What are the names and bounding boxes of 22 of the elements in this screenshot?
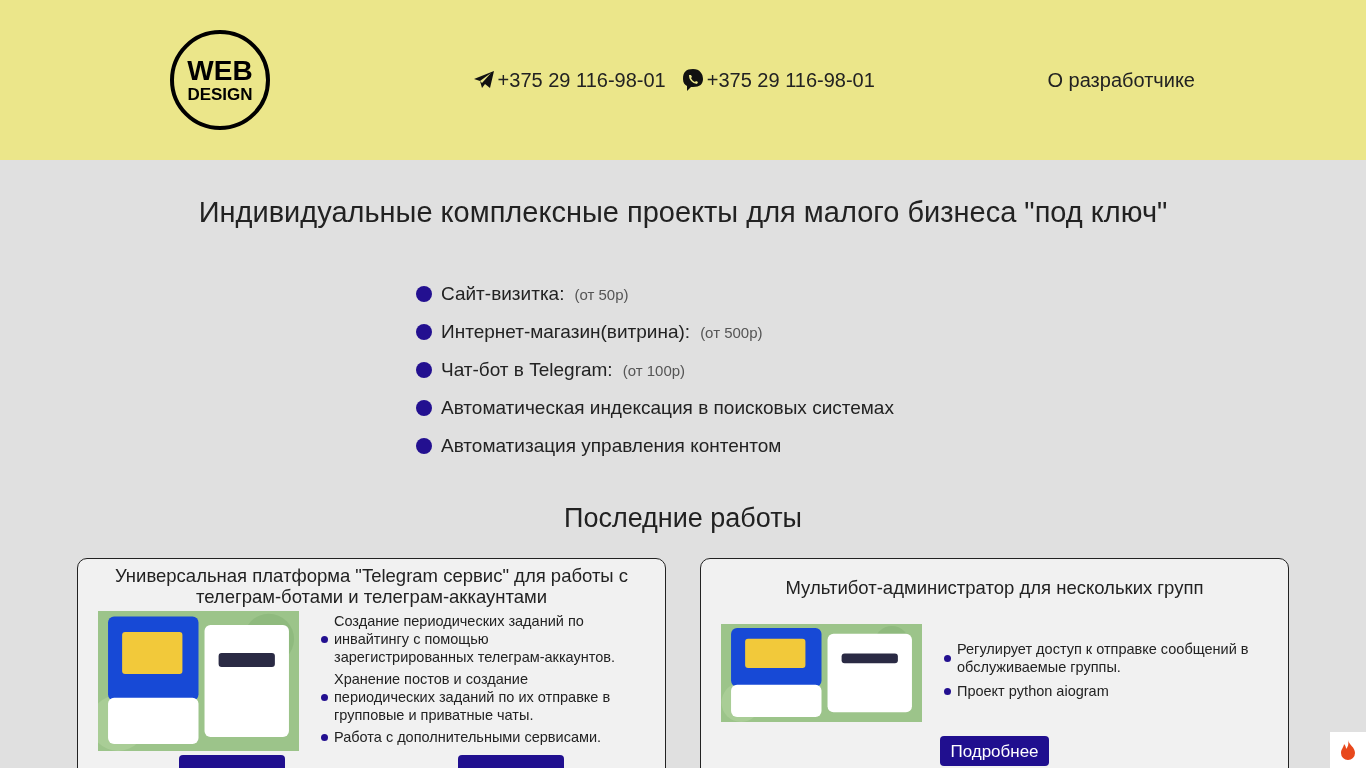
service-name: Автоматизация управления контентом bbox=[441, 435, 782, 457]
project-title: Мультибот-администратор для нескольких групп bbox=[784, 576, 1205, 598]
details-button[interactable]: Подробнее bbox=[940, 736, 1049, 766]
feature-text: Работа с дополнительными сервисами. bbox=[334, 728, 602, 746]
service-name: Чат-бот в Telegram: bbox=[441, 359, 613, 381]
service-name: Сайт-визитка: bbox=[441, 283, 565, 305]
feature-text: Проект python aiogram bbox=[957, 682, 1109, 700]
feature-text: Создание периодических заданий по инвайтингу с помощью зарегистрированных телеграм-аккаунтов. bbox=[334, 612, 617, 666]
service-name: Автоматическая индексация в поисковых системах bbox=[441, 397, 894, 419]
service-price: (от 50р) bbox=[574, 285, 629, 303]
feature-text: Регулирует доступ к отправке сообщений в обслуживаемые группы. bbox=[957, 640, 1250, 676]
section-title: Последние работы bbox=[562, 502, 804, 534]
phone-number[interactable]: +375 29 116-98-01 bbox=[497, 68, 666, 92]
logo[interactable]: WEB DESIGN bbox=[170, 30, 270, 130]
page-headline: Индивидуальные комплексные проекты для малого бизнеса "под ключ" bbox=[197, 195, 1169, 229]
project-title: Универсальная платформа "Telegram сервис" для работы с телеграм-ботами и телеграм-аккаунтами bbox=[113, 565, 630, 607]
phone-number[interactable]: +375 29 116-98-01 bbox=[706, 68, 875, 92]
feature-text: Хранение постов и создание периодических заданий по их отправке в групповые и приватные чаты. bbox=[334, 670, 612, 724]
about-link[interactable]: О разработчике bbox=[1047, 68, 1195, 92]
service-price: (от 100р) bbox=[622, 361, 686, 379]
service-price: (от 500р) bbox=[700, 323, 763, 341]
service-name: Интернет-магазин(витрина): bbox=[441, 321, 691, 343]
